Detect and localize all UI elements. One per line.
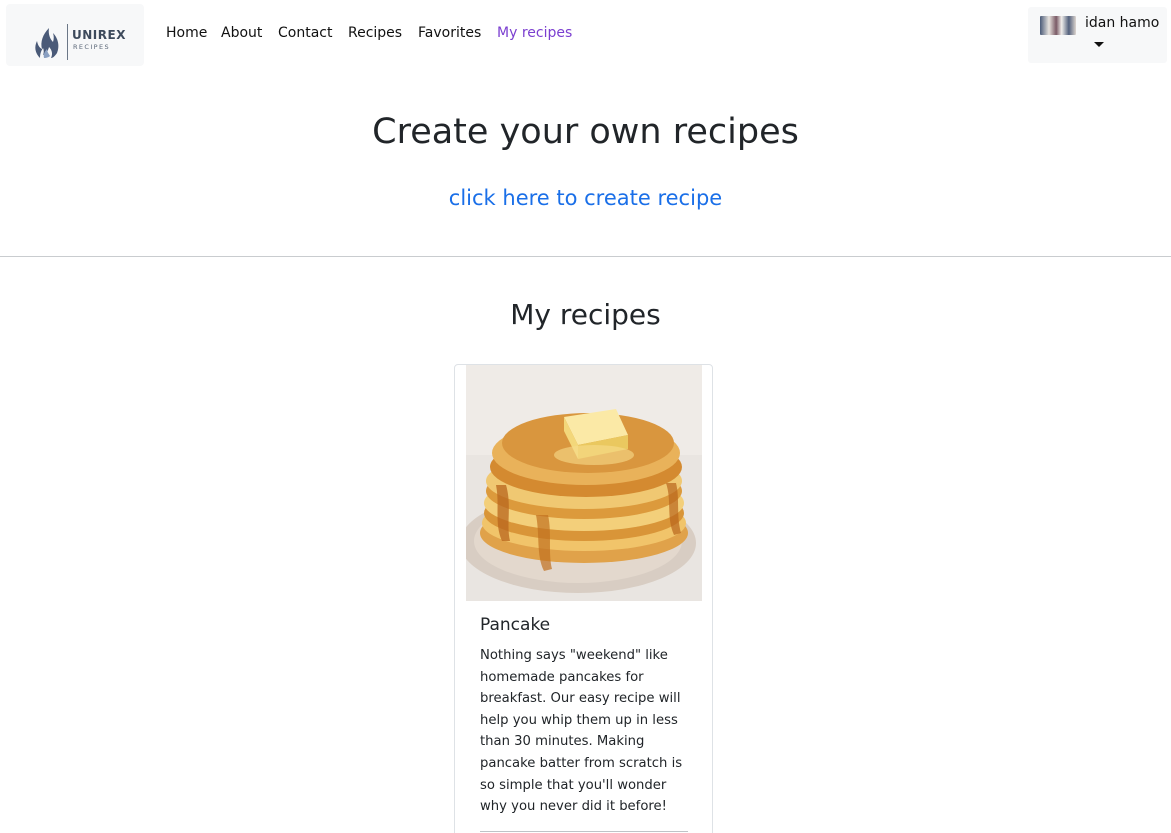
nav-item-about[interactable]: About — [221, 25, 262, 41]
avatar — [1040, 16, 1076, 35]
page-title: Create your own recipes — [372, 112, 799, 152]
nav-item-contact[interactable]: Contact — [278, 25, 332, 41]
recipe-description: Nothing says "weekend" like homemade pan… — [480, 648, 683, 815]
pancake-image — [466, 365, 702, 601]
nav-item-my-recipes[interactable]: My recipes — [497, 25, 572, 41]
navbar: UNIREX RECIPES Home About Contact Recipe… — [0, 0, 1171, 68]
brand-logo[interactable]: UNIREX RECIPES — [6, 4, 144, 66]
chevron-down-icon — [1094, 42, 1104, 47]
user-menu-toggle[interactable]: idan hamo — [1028, 7, 1167, 63]
recipe-title: Pancake — [480, 615, 551, 635]
nav-item-home[interactable]: Home — [166, 25, 207, 41]
recipe-card[interactable]: Pancake Nothing says "weekend" like home… — [454, 364, 713, 833]
logo-divider — [67, 24, 68, 60]
brand-tagline: RECIPES — [73, 43, 111, 51]
flame-icon — [35, 28, 59, 58]
brand-name: UNIREX — [72, 28, 126, 42]
recipe-image — [466, 365, 702, 601]
nav-item-favorites[interactable]: Favorites — [418, 25, 481, 41]
user-name: idan hamo — [1085, 15, 1160, 31]
create-recipe-link[interactable]: click here to create recipe — [0, 186, 1171, 210]
section-title: My recipes — [510, 298, 661, 331]
nav-item-recipes[interactable]: Recipes — [348, 25, 402, 41]
section-divider — [0, 256, 1171, 257]
card-divider — [480, 831, 688, 832]
